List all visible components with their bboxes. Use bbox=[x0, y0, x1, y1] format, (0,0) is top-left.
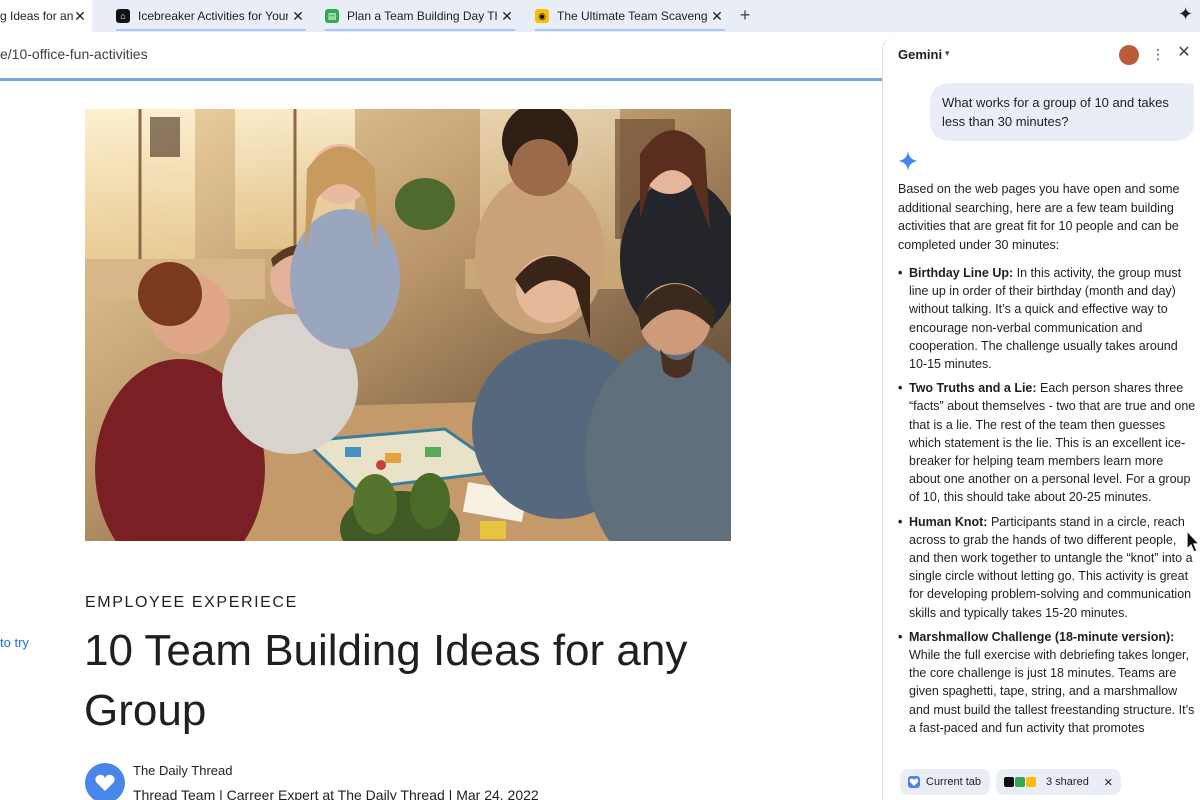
activity-description: Each person shares three “facts” about t… bbox=[909, 381, 1196, 505]
more-options-icon[interactable]: ⋮ bbox=[1151, 44, 1165, 64]
mouse-cursor-icon bbox=[1186, 530, 1200, 553]
icebreaker-favicon-icon bbox=[1004, 777, 1014, 787]
new-tab-button[interactable]: + bbox=[736, 6, 754, 24]
plan-favicon-icon bbox=[1015, 777, 1025, 787]
page-title: 10 Team Building Ideas for any Group bbox=[84, 626, 688, 735]
close-tab-icon[interactable]: ✕ bbox=[72, 8, 88, 24]
close-tab-icon[interactable]: ✕ bbox=[499, 8, 515, 24]
side-nav-link[interactable]: to try bbox=[0, 635, 29, 650]
tab-title: Plan a Team Building Day The bbox=[347, 9, 497, 23]
tab-title: g Ideas for an bbox=[0, 9, 74, 23]
chevron-down-icon[interactable]: ▾ bbox=[945, 48, 950, 59]
team-photo-illustration bbox=[85, 109, 731, 541]
shared-tabs-chip[interactable]: 3 shared ✕ bbox=[996, 769, 1121, 795]
tab-team-building-ideas[interactable]: g Ideas for an ✕ bbox=[0, 0, 92, 32]
tab-underline bbox=[325, 29, 515, 31]
article-category: EMPLOYEE EXPERIECE bbox=[85, 594, 298, 611]
article-page: to try EMPLOYEE EXPERIECE 10 Team Buildi… bbox=[0, 81, 882, 800]
context-chips-bar: Current tab 3 shared ✕ bbox=[883, 764, 1200, 800]
activity-title: Birthday Line Up: bbox=[909, 266, 1014, 280]
list-item: Marshmallow Challenge (18-minute version… bbox=[898, 628, 1198, 737]
answer-list: Birthday Line Up: In this activity, the … bbox=[898, 264, 1198, 743]
gemini-side-panel: Gemini ▾ ⋮ ✕ What works for a group of 1… bbox=[882, 36, 1200, 800]
user-prompt-bubble: What works for a group of 10 and takes l… bbox=[930, 83, 1194, 141]
panel-title[interactable]: Gemini bbox=[898, 47, 942, 62]
publisher-logo-icon bbox=[85, 763, 125, 800]
tab-favicon-icon: ◉ bbox=[535, 9, 549, 23]
activity-title: Marshmallow Challenge (18-minute version… bbox=[909, 629, 1175, 644]
activity-description: In this activity, the group must line up… bbox=[909, 266, 1182, 372]
remove-shared-icon[interactable]: ✕ bbox=[1104, 776, 1113, 789]
activity-title: Two Truths and a Lie: bbox=[909, 381, 1037, 396]
hero-image bbox=[85, 109, 731, 541]
tab-ultimate-team-scavenger[interactable]: ◉ The Ultimate Team Scavenge ✕ bbox=[535, 0, 725, 32]
tab-underline bbox=[535, 29, 725, 31]
shared-count-label: 3 shared bbox=[1046, 776, 1089, 788]
activity-title: Human Knot: bbox=[909, 514, 988, 529]
publisher-name[interactable]: The Daily Thread bbox=[133, 763, 232, 778]
gemini-toolbar-icon[interactable]: ✦ bbox=[1178, 4, 1200, 28]
author-byline: Thread Team | Carreer Expert at The Dail… bbox=[133, 787, 539, 800]
tab-favicon-icon: ▤ bbox=[325, 9, 339, 23]
address-bar-url[interactable]: e/10-office-fun-activities bbox=[0, 46, 148, 62]
current-tab-label: Current tab bbox=[926, 776, 982, 788]
tab-title: The Ultimate Team Scavenge bbox=[557, 9, 707, 23]
close-panel-icon[interactable]: ✕ bbox=[1175, 43, 1193, 63]
close-tab-icon[interactable]: ✕ bbox=[290, 8, 306, 24]
list-item: Two Truths and a Lie: Each person shares… bbox=[898, 379, 1198, 506]
user-avatar[interactable] bbox=[1119, 45, 1139, 65]
heart-book-icon bbox=[908, 776, 920, 788]
tab-title: Icebreaker Activities for Your bbox=[138, 9, 288, 23]
close-tab-icon[interactable]: ✕ bbox=[709, 8, 725, 24]
list-item: Human Knot: Participants stand in a circ… bbox=[898, 513, 1198, 622]
answer-intro: Based on the web pages you have open and… bbox=[898, 182, 1180, 252]
tab-icebreaker-activities[interactable]: ⌂ Icebreaker Activities for Your ✕ bbox=[116, 0, 306, 32]
tab-strip: g Ideas for an ✕ ⌂ Icebreaker Activities… bbox=[0, 0, 1200, 32]
tab-plan-team-building-day[interactable]: ▤ Plan a Team Building Day The ✕ bbox=[325, 0, 515, 32]
tab-underline bbox=[116, 29, 306, 31]
gemini-sparkle-icon bbox=[898, 151, 918, 171]
list-item: Birthday Line Up: In this activity, the … bbox=[898, 264, 1198, 373]
activity-description: While the full exercise with debriefing … bbox=[909, 648, 1195, 735]
current-tab-chip[interactable]: Current tab bbox=[900, 769, 990, 795]
scavenger-favicon-icon bbox=[1026, 777, 1036, 787]
tab-favicon-icon: ⌂ bbox=[116, 9, 130, 23]
heart-book-icon bbox=[95, 774, 115, 791]
activity-description: Participants stand in a circle, reach ac… bbox=[909, 514, 1193, 620]
